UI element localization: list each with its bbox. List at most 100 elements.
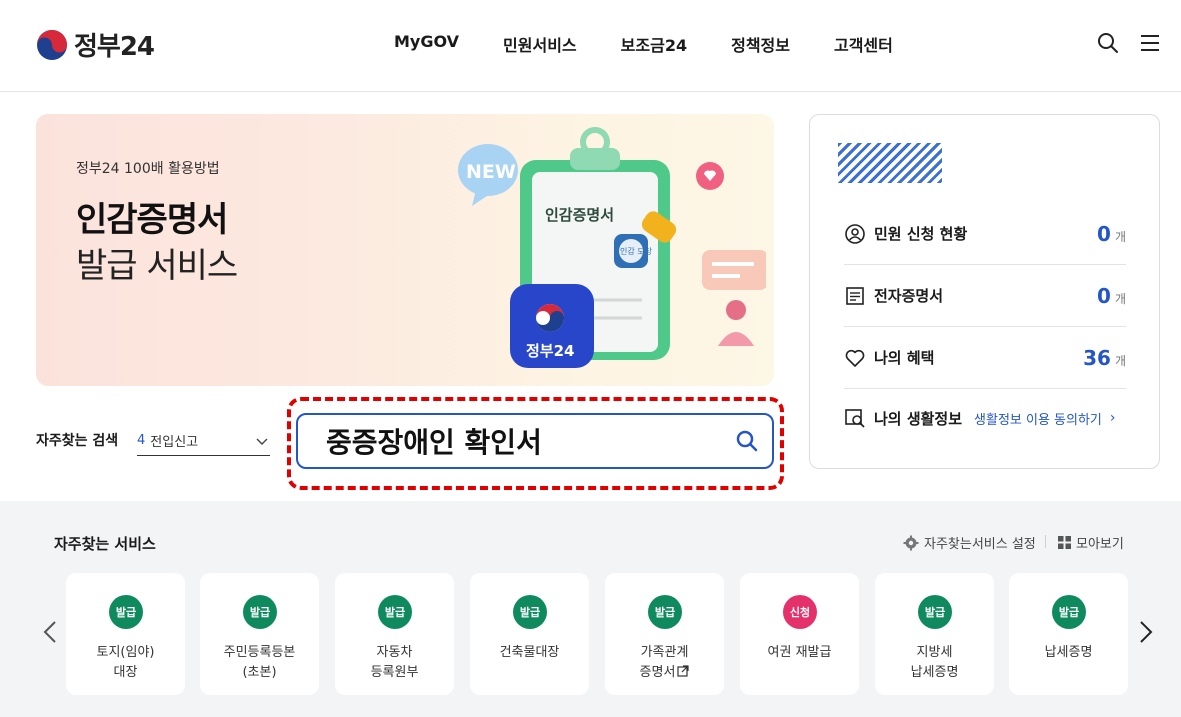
issue-badge: 발급 <box>109 595 143 629</box>
taegeuk-logo-icon <box>37 29 67 60</box>
service-name-line2-text: 증명서 <box>639 665 676 680</box>
service-name-line2: 납세증명 <box>879 663 990 683</box>
service-name-line2-text: 대장 <box>113 665 138 680</box>
frequent-search-rank: 4 <box>137 433 146 448</box>
service-name: 여권 재발급 <box>744 643 855 663</box>
issue-badge: 발급 <box>513 595 547 629</box>
menu-icon[interactable] <box>1139 32 1161 54</box>
e-certificate-row[interactable]: 전자증명서 0 개 <box>844 265 1126 327</box>
service-name: 건축물대장 <box>474 643 585 663</box>
service-card-vehicle-registration[interactable]: 발급자동차등록원부 <box>335 573 454 695</box>
search-input[interactable] <box>298 416 722 466</box>
logo-text: 정부24 <box>74 32 155 62</box>
main-nav: MyGOV 민원서비스 보조금24 정책정보 고객센터 <box>372 32 915 56</box>
service-name-line1: 가족관계 <box>640 645 689 660</box>
chevron-right-icon: › <box>1109 410 1116 426</box>
service-name-line1: 지방세 <box>916 645 953 660</box>
site-header: 정부24 MyGOV 민원서비스 보조금24 정책정보 고객센터 <box>0 0 1181 92</box>
service-card-family-relation-cert[interactable]: 발급가족관계증명서 <box>605 573 724 695</box>
divider <box>1045 535 1046 548</box>
row-label: 나의 생활정보 <box>874 409 963 428</box>
service-name-line2-text: (초본) <box>242 665 277 680</box>
service-name: 지방세납세증명 <box>879 643 990 683</box>
service-card-passport-reissue[interactable]: 신청여권 재발급 <box>740 573 859 695</box>
row-label: 민원 신청 현황 <box>874 225 968 243</box>
settings-label: 자주찾는서비스 설정 <box>924 537 1036 552</box>
service-name-line2: 등록원부 <box>339 663 450 683</box>
document-icon <box>846 286 864 305</box>
search-bar <box>296 413 774 469</box>
site-logo[interactable]: 정부24 <box>36 26 155 63</box>
service-name-line1: 여권 재발급 <box>767 645 832 660</box>
nav-civil-service[interactable]: 민원서비스 <box>481 32 599 56</box>
nav-mygov[interactable]: MyGOV <box>372 32 481 56</box>
service-card-resident-registration[interactable]: 발급주민등록등본 (초본) <box>200 573 319 695</box>
service-name-line1: 자동차 <box>376 645 413 660</box>
frequent-services-section: 자주찾는 서비스 자주찾는서비스 설정 모아보기 발급 토지(임야) 대장 발급 주민등… <box>0 501 1181 717</box>
nav-subsidy24[interactable]: 보조금24 <box>599 32 709 56</box>
service-name-line1: 주민등록등본 <box>223 645 296 660</box>
application-count: 0 <box>1097 221 1111 246</box>
frequent-search-dropdown[interactable]: 4 전입신고 <box>137 426 270 456</box>
frequent-search-label: 자주찾는 검색 <box>36 433 119 449</box>
search-icon <box>736 430 758 452</box>
frequent-search-term: 전입신고 <box>150 435 199 450</box>
service-card-tax-payment-cert[interactable]: 발급납세증명 <box>1009 573 1128 695</box>
service-name-line2-text: 납세증명 <box>910 665 959 680</box>
search-icon[interactable] <box>1097 32 1119 54</box>
service-name-line1: 건축물대장 <box>499 645 560 660</box>
view-all-label: 모아보기 <box>1076 537 1124 552</box>
service-card-land-ledger[interactable]: 발급 토지(임야) 대장 <box>66 573 185 695</box>
new-badge: NEW <box>466 161 516 183</box>
view-all-button[interactable]: 모아보기 <box>1058 533 1124 552</box>
banner-title-2: 발급 서비스 <box>76 246 238 286</box>
service-card-building-ledger[interactable]: 발급건축물대장 <box>470 573 589 695</box>
certificate-illustration: NEW 인감증명서 인감 도장 정부24 <box>458 127 766 368</box>
life-search-icon <box>845 409 865 428</box>
my-life-info-row[interactable]: 나의 생활정보 생활정보 이용 동의하기 › <box>844 387 1126 449</box>
service-name-line1: 납세증명 <box>1044 645 1093 660</box>
service-name: 주민등록등본 (초본) <box>204 643 315 683</box>
chevron-left-icon[interactable] <box>41 619 59 645</box>
service-name-line2: 증명서 <box>609 663 720 683</box>
civil-application-status-row[interactable]: 민원 신청 현황 0 개 <box>844 203 1126 265</box>
chevron-right-icon[interactable] <box>1137 619 1155 645</box>
row-label: 나의 혜택 <box>874 349 935 367</box>
frequent-services-settings-button[interactable]: 자주찾는서비스 설정 <box>903 533 1036 552</box>
issue-badge: 발급 <box>378 595 412 629</box>
banner-title: 인감증명서 <box>76 200 228 240</box>
nav-customer-center[interactable]: 고객센터 <box>812 32 915 56</box>
nav-policy-info[interactable]: 정책정보 <box>709 32 812 56</box>
search-button[interactable] <box>722 416 772 466</box>
grid-icon <box>1058 536 1071 549</box>
service-name: 가족관계증명서 <box>609 643 720 683</box>
issue-badge: 발급 <box>1052 595 1086 629</box>
app-icon-label: 정부24 <box>526 342 574 360</box>
promo-banner[interactable]: 정부24 100배 활용방법 인감증명서 발급 서비스 NEW 인감증명서 인감… <box>36 114 774 386</box>
service-name-line2: 대장 <box>70 663 181 683</box>
heart-icon <box>845 349 865 367</box>
my-benefits-row[interactable]: 나의 혜택 36 개 <box>844 327 1126 389</box>
benefit-count: 36 <box>1083 345 1111 370</box>
count-unit: 개 <box>1114 354 1126 368</box>
gear-icon <box>903 535 919 550</box>
count-unit: 개 <box>1114 230 1126 244</box>
service-card-local-tax-cert[interactable]: 발급지방세납세증명 <box>875 573 994 695</box>
count-unit: 개 <box>1114 292 1126 306</box>
chevron-down-icon <box>256 438 268 445</box>
issue-badge: 발급 <box>243 595 277 629</box>
redacted-username <box>838 143 942 183</box>
service-name-line2-text: 등록원부 <box>370 665 419 680</box>
apply-badge: 신청 <box>783 595 817 629</box>
issue-badge: 발급 <box>648 595 682 629</box>
life-info-consent-link[interactable]: 생활정보 이용 동의하기 <box>974 409 1102 428</box>
my-status-card: 민원 신청 현황 0 개 전자증명서 0 개 나의 혜택 36 개 나의 생활정… <box>809 114 1160 469</box>
user-circle-icon <box>845 223 865 244</box>
issue-badge: 발급 <box>918 595 952 629</box>
certificate-count: 0 <box>1097 283 1111 308</box>
row-label: 전자증명서 <box>874 287 944 305</box>
service-name: 자동차등록원부 <box>339 643 450 683</box>
stamp-text: 인감 도장 <box>620 246 653 256</box>
external-link-icon <box>677 665 690 677</box>
section-title: 자주찾는 서비스 <box>54 535 156 553</box>
